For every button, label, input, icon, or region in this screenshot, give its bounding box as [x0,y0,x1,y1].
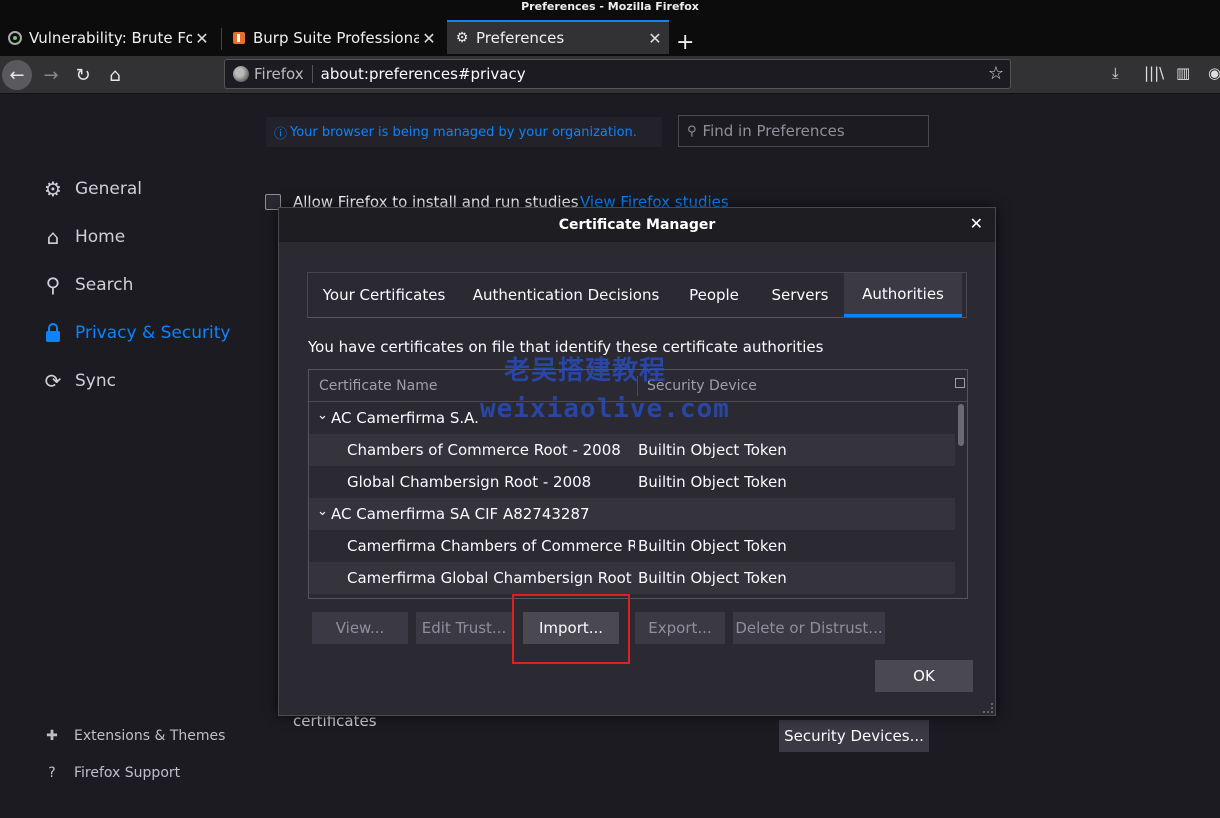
certificate-manager-dialog: Certificate Manager ✕ Your Certificates … [278,207,996,716]
tab-label: Vulnerability: Brute Force [29,29,192,47]
export-button[interactable]: Export... [635,612,725,644]
column-certificate-name[interactable]: Certificate Name [319,378,437,394]
tab-label: Preferences [476,29,565,47]
managed-notice[interactable]: ⓘ Your browser is being managed by your … [266,117,662,147]
tree-row[interactable]: Global Chambersign Root - 2008 Builtin O… [309,466,955,498]
category-home[interactable]: ⌂ Home [42,225,126,249]
column-picker-icon[interactable] [955,378,965,388]
url-bar[interactable]: Firefox about:preferences#privacy ☆ [224,59,1011,89]
resize-grip[interactable] [983,703,993,713]
burp-icon [231,30,247,46]
close-icon[interactable]: ✕ [419,29,439,48]
forward-button[interactable]: → [36,60,66,90]
new-tab-button[interactable]: + [676,32,694,54]
ok-button[interactable]: OK [875,660,973,692]
puzzle-icon: ✚ [46,728,58,744]
tab-your-certificates[interactable]: Your Certificates [308,273,460,317]
search-icon: ⚲ [687,123,697,139]
find-in-preferences-input[interactable]: ⚲ Find in Preferences [678,115,929,147]
url-text[interactable]: about:preferences#privacy [321,65,526,83]
delete-distrust-button[interactable]: Delete or Distrust... [733,612,885,644]
sidebar-icon[interactable]: ▥ [1176,64,1190,82]
lock-icon [42,322,64,344]
home-button[interactable]: ⌂ [100,60,130,90]
sync-icon: ⟳ [44,369,62,393]
dialog-title: Certificate Manager [279,208,995,242]
tab-vulnerability[interactable]: Vulnerability: Brute Force ✕ [0,22,216,54]
home-icon: ⌂ [46,225,60,249]
watermark: 老吴搭建教程 weixiaolive.com [480,356,730,424]
tab-strip: Vulnerability: Brute Force ✕ Burp Suite … [0,14,1220,56]
certificate-tabs: Your Certificates Authentication Decisio… [307,272,967,318]
extensions-themes-link[interactable]: ✚ Extensions & Themes [44,728,225,744]
import-highlight-box [512,594,630,664]
security-devices-button[interactable]: Security Devices... [779,720,929,752]
tab-servers[interactable]: Servers [756,273,844,317]
tree-row[interactable]: Chambers of Commerce Root - 2008 Builtin… [309,434,955,466]
edit-trust-button[interactable]: Edit Trust... [416,612,512,644]
tab-separator [221,28,222,50]
downloads-icon[interactable]: ⤓ [1112,64,1119,82]
reload-button[interactable]: ↻ [68,60,98,90]
gear-icon: ⚙ [44,177,62,201]
tab-authorities[interactable]: Authorities [844,273,962,317]
library-icon[interactable]: |||\ [1144,64,1164,82]
search-icon: ⚲ [45,273,61,297]
category-search[interactable]: ⚲ Search [42,273,134,297]
tree-row-group[interactable]: ⌄ AC Camerfirma SA CIF A82743287 [309,498,955,530]
category-privacy[interactable]: Privacy & Security [42,322,230,344]
info-icon: ⓘ [274,126,288,142]
chevron-down-icon[interactable]: ⌄ [317,504,328,519]
gear-icon: ⚙ [455,30,469,46]
window-title: Preferences - Mozilla Firefox [0,0,1220,14]
tab-burp[interactable]: Burp Suite Professional ✕ [224,22,443,54]
firefox-support-link[interactable]: ? Firefox Support [44,765,180,781]
category-general[interactable]: ⚙ General [42,177,142,201]
tab-preferences[interactable]: ⚙ Preferences ✕ [447,20,669,54]
close-icon[interactable]: ✕ [970,214,983,233]
scrollbar-thumb[interactable] [958,404,964,446]
tab-authentication-decisions[interactable]: Authentication Decisions [460,273,672,317]
tab-people[interactable]: People [672,273,756,317]
close-icon[interactable]: ✕ [645,29,665,48]
category-sync[interactable]: ⟳ Sync [42,369,116,393]
navigation-toolbar: ← → ↻ ⌂ Firefox about:preferences#privac… [0,56,1220,94]
tree-row[interactable]: Camerfirma Chambers of Commerce Ro... Bu… [309,530,955,562]
bookmark-star-icon[interactable]: ☆ [988,63,1004,84]
tree-row[interactable]: Camerfirma Global Chambersign Root Built… [309,562,955,594]
tab-label: Burp Suite Professional [253,29,419,47]
chevron-down-icon[interactable]: ⌄ [317,408,328,423]
account-icon[interactable]: ◉ [1208,64,1220,82]
help-icon: ? [48,765,56,781]
firefox-icon [233,66,249,82]
close-icon[interactable]: ✕ [192,29,212,48]
view-button[interactable]: View... [312,612,408,644]
dvwa-icon [7,30,23,46]
back-button[interactable]: ← [2,60,32,90]
identity-label: Firefox [254,65,313,83]
